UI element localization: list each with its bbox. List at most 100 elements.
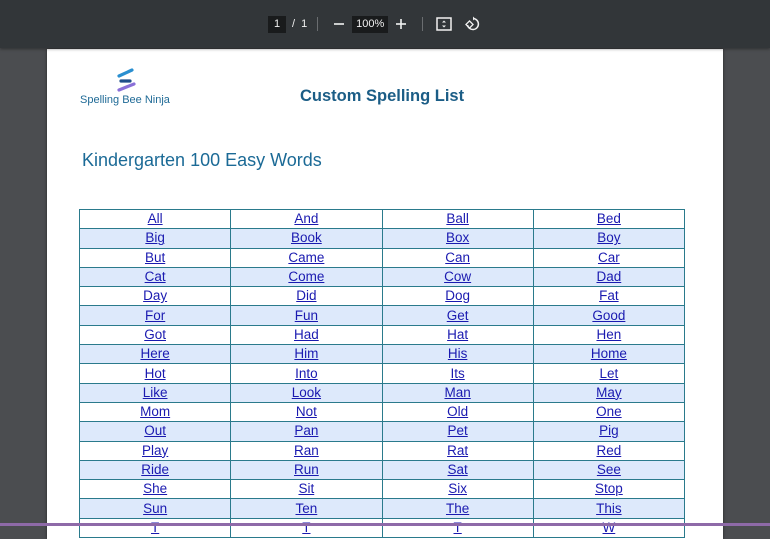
table-cell: She: [78, 479, 232, 500]
word-link[interactable]: Fun: [295, 308, 318, 323]
word-link[interactable]: Six: [448, 481, 467, 496]
table-cell: Him: [230, 344, 383, 365]
word-link[interactable]: Come: [288, 269, 324, 284]
spelling-bee-ninja-logo-icon: [117, 68, 136, 92]
table-cell: Out: [78, 421, 232, 442]
word-link[interactable]: Like: [143, 385, 168, 400]
word-link[interactable]: Home: [591, 346, 627, 361]
word-link[interactable]: Into: [295, 366, 318, 381]
word-link[interactable]: Ten: [295, 501, 317, 516]
word-link[interactable]: But: [145, 250, 165, 265]
word-link[interactable]: Man: [444, 385, 470, 400]
word-link[interactable]: Ball: [446, 211, 469, 226]
word-link[interactable]: She: [143, 481, 167, 496]
word-link[interactable]: Its: [450, 366, 464, 381]
table-cell: Hot: [78, 363, 232, 384]
table-cell: Pan: [230, 421, 383, 442]
table-cell: Man: [381, 382, 534, 403]
word-link[interactable]: His: [448, 346, 468, 361]
word-link[interactable]: Sit: [298, 481, 314, 496]
pdf-page: Spelling Bee Ninja Custom Spelling List …: [47, 49, 723, 539]
word-link[interactable]: May: [596, 385, 622, 400]
table-cell: T: [230, 517, 383, 539]
table-cell: Stop: [532, 479, 686, 500]
table-cell: Ball: [381, 208, 534, 230]
table-cell: Let: [532, 363, 686, 384]
word-link[interactable]: Mom: [140, 404, 170, 419]
table-cell: Ride: [78, 459, 232, 481]
word-link[interactable]: Pan: [294, 423, 318, 438]
word-link[interactable]: Boy: [597, 230, 620, 245]
word-link[interactable]: The: [446, 501, 469, 516]
word-link[interactable]: Sat: [447, 462, 467, 477]
word-link[interactable]: Cow: [444, 269, 471, 284]
word-link[interactable]: One: [596, 404, 622, 419]
table-cell: Hat: [381, 324, 534, 346]
word-link[interactable]: Fat: [599, 288, 619, 303]
word-link[interactable]: Here: [140, 346, 169, 361]
word-link[interactable]: Did: [296, 288, 316, 303]
zoom-in-button[interactable]: [390, 14, 412, 34]
table-cell: His: [381, 344, 534, 365]
table-cell: Old: [381, 401, 534, 423]
zoom-level-input[interactable]: [352, 15, 389, 33]
table-row: But Came Can Car: [78, 247, 686, 268]
toolbar-divider: [422, 17, 424, 31]
word-link[interactable]: Let: [599, 366, 618, 381]
rotate-button[interactable]: [461, 14, 483, 34]
word-link[interactable]: For: [145, 308, 165, 323]
table-cell: Its: [381, 363, 534, 384]
word-link[interactable]: Ran: [294, 443, 319, 458]
table-row: Day Did Dog Fat: [78, 286, 686, 307]
table-cell: Come: [230, 266, 383, 288]
word-link[interactable]: All: [148, 211, 163, 226]
word-link[interactable]: Look: [292, 385, 321, 400]
word-link[interactable]: Book: [291, 230, 322, 245]
word-link[interactable]: Box: [446, 230, 469, 245]
word-link[interactable]: Stop: [595, 481, 623, 496]
word-link[interactable]: Came: [288, 250, 324, 265]
word-link[interactable]: Pig: [599, 423, 619, 438]
table-cell: Six: [381, 479, 534, 500]
word-link[interactable]: Cat: [145, 269, 166, 284]
table-cell: Rat: [381, 440, 534, 461]
page-number-input[interactable]: [268, 15, 286, 33]
minus-icon: [334, 23, 345, 25]
word-link[interactable]: Old: [447, 404, 468, 419]
word-link[interactable]: Get: [447, 308, 469, 323]
word-link[interactable]: Day: [143, 288, 167, 303]
table-cell: Cat: [78, 266, 232, 288]
word-link[interactable]: Run: [294, 462, 319, 477]
page-total: 1: [301, 18, 308, 30]
word-link[interactable]: Can: [445, 250, 470, 265]
document-title: Custom Spelling List: [300, 87, 465, 105]
zoom-out-button[interactable]: [328, 14, 350, 34]
word-link[interactable]: Rat: [447, 443, 468, 458]
table-row: Got Had Hat Hen: [78, 324, 686, 346]
word-link[interactable]: Him: [294, 346, 318, 361]
word-link[interactable]: And: [294, 211, 318, 226]
word-link[interactable]: See: [597, 462, 621, 477]
word-link[interactable]: Got: [144, 327, 166, 342]
word-link[interactable]: Sun: [143, 501, 167, 516]
word-link[interactable]: Big: [145, 230, 165, 245]
fit-to-page-button[interactable]: [433, 14, 455, 34]
word-link[interactable]: Dog: [445, 288, 470, 303]
word-link[interactable]: Had: [294, 327, 319, 342]
word-link[interactable]: Hen: [596, 327, 621, 342]
word-link[interactable]: Bed: [597, 211, 621, 226]
word-link[interactable]: This: [596, 501, 622, 516]
word-link[interactable]: Red: [596, 443, 621, 458]
table-cell: Pet: [381, 421, 534, 442]
word-link[interactable]: Hat: [447, 327, 468, 342]
word-link[interactable]: Hot: [145, 366, 166, 381]
word-link[interactable]: Play: [142, 443, 168, 458]
word-link[interactable]: Pet: [447, 423, 467, 438]
word-link[interactable]: Ride: [141, 462, 169, 477]
word-link[interactable]: Dad: [596, 269, 621, 284]
word-link[interactable]: Out: [144, 423, 166, 438]
word-link[interactable]: Not: [296, 404, 317, 419]
word-link[interactable]: Good: [592, 308, 625, 323]
word-link[interactable]: Car: [598, 250, 620, 265]
table-row: Here Him His Home: [78, 344, 686, 365]
